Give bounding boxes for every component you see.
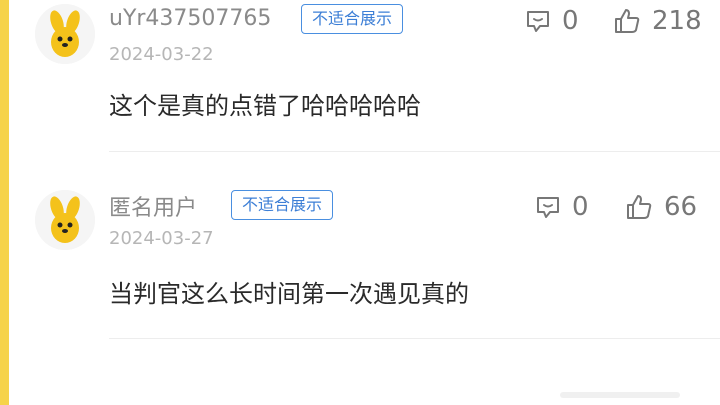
comment-divider xyxy=(109,151,720,152)
comment-text: 当判官这么长时间第一次遇见真的 xyxy=(109,280,469,308)
visibility-badge: 不适合展示 xyxy=(231,190,334,220)
reply-button[interactable]: 0 xyxy=(534,192,589,222)
dog-mascot-icon xyxy=(35,190,95,250)
next-comment-placeholder xyxy=(560,392,680,398)
like-count: 66 xyxy=(664,192,698,222)
left-accent-strip xyxy=(0,0,9,405)
avatar[interactable] xyxy=(35,190,95,250)
username[interactable]: 匿名用户 xyxy=(109,190,197,222)
thumbs-up-icon xyxy=(627,195,652,219)
comment-text: 这个是真的点错了哈哈哈哈哈 xyxy=(109,92,421,120)
reply-count: 0 xyxy=(562,6,579,36)
avatar[interactable] xyxy=(35,4,95,64)
comment-icon xyxy=(527,11,549,32)
comment-date: 2024-03-27 xyxy=(109,228,214,249)
comment-item: 匿名用户 不适合展示 2024-03-27 当判官这么长时间第一次遇见真的 0 … xyxy=(9,160,720,340)
comment-date: 2024-03-22 xyxy=(109,44,214,65)
reply-count: 0 xyxy=(572,192,589,222)
comment-icon xyxy=(537,197,559,218)
thumbs-up-icon xyxy=(615,9,640,33)
like-button[interactable]: 66 xyxy=(624,192,697,222)
visibility-badge: 不适合展示 xyxy=(301,4,404,34)
dog-mascot-icon xyxy=(35,4,95,64)
like-button[interactable]: 218 xyxy=(612,6,702,36)
like-count: 218 xyxy=(652,6,702,36)
username[interactable]: uYr437507765 xyxy=(109,6,271,31)
reply-button[interactable]: 0 xyxy=(524,6,579,36)
comment-divider xyxy=(109,338,720,339)
comment-item: uYr437507765 不适合展示 2024-03-22 这个是真的点错了哈哈… xyxy=(9,0,720,152)
